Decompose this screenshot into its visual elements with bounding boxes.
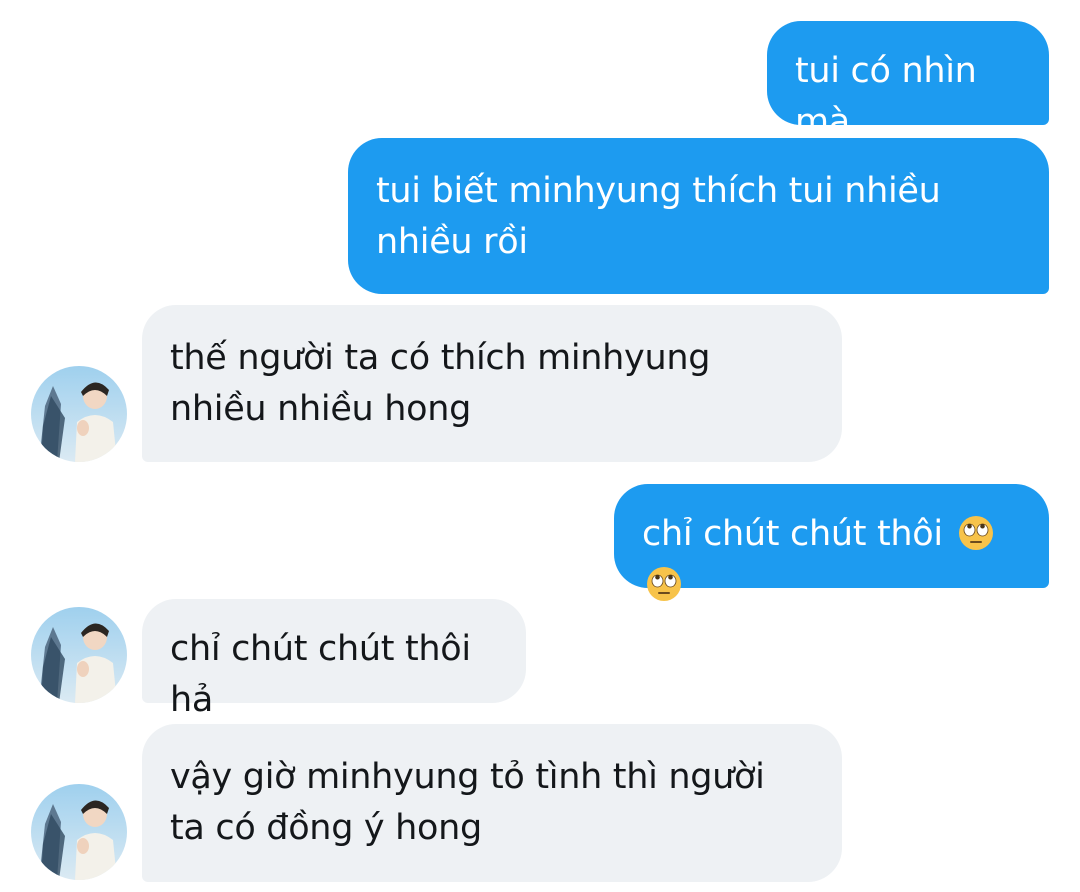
message-bubble-sent[interactable]: chỉ chút chút thôi: [614, 484, 1049, 601]
message-text: tui biết minhyung thích tui nhiều nhiều …: [376, 171, 941, 262]
message-bubble-sent[interactable]: tui có nhìn mà: [767, 21, 1049, 142]
message-bubble-received[interactable]: vậy giờ minhyung tỏ tình thì người ta có…: [142, 724, 842, 882]
message-bubble-sent[interactable]: tui biết minhyung thích tui nhiều nhiều …: [348, 138, 1049, 294]
avatar[interactable]: [31, 366, 127, 462]
message-text: tui có nhìn mà: [795, 51, 977, 142]
message-bubble-received[interactable]: thế người ta có thích minhyung nhiều nhi…: [142, 305, 842, 462]
message-text: vậy giờ minhyung tỏ tình thì người ta có…: [170, 757, 765, 848]
face-with-rolling-eyes-icon: [958, 516, 993, 550]
message-text: chỉ chút chút thôi: [642, 514, 943, 554]
profile-photo-icon: [31, 607, 127, 703]
profile-photo-icon: [31, 366, 127, 462]
profile-photo-icon: [31, 784, 127, 880]
message-text: chỉ chút chút thôi hả: [170, 629, 471, 720]
face-with-rolling-eyes-icon: [647, 567, 681, 601]
message-text: thế người ta có thích minhyung nhiều nhi…: [170, 338, 711, 429]
message-bubble-received[interactable]: chỉ chút chút thôi hả: [142, 599, 526, 720]
avatar[interactable]: [31, 607, 127, 703]
avatar[interactable]: [31, 784, 127, 880]
